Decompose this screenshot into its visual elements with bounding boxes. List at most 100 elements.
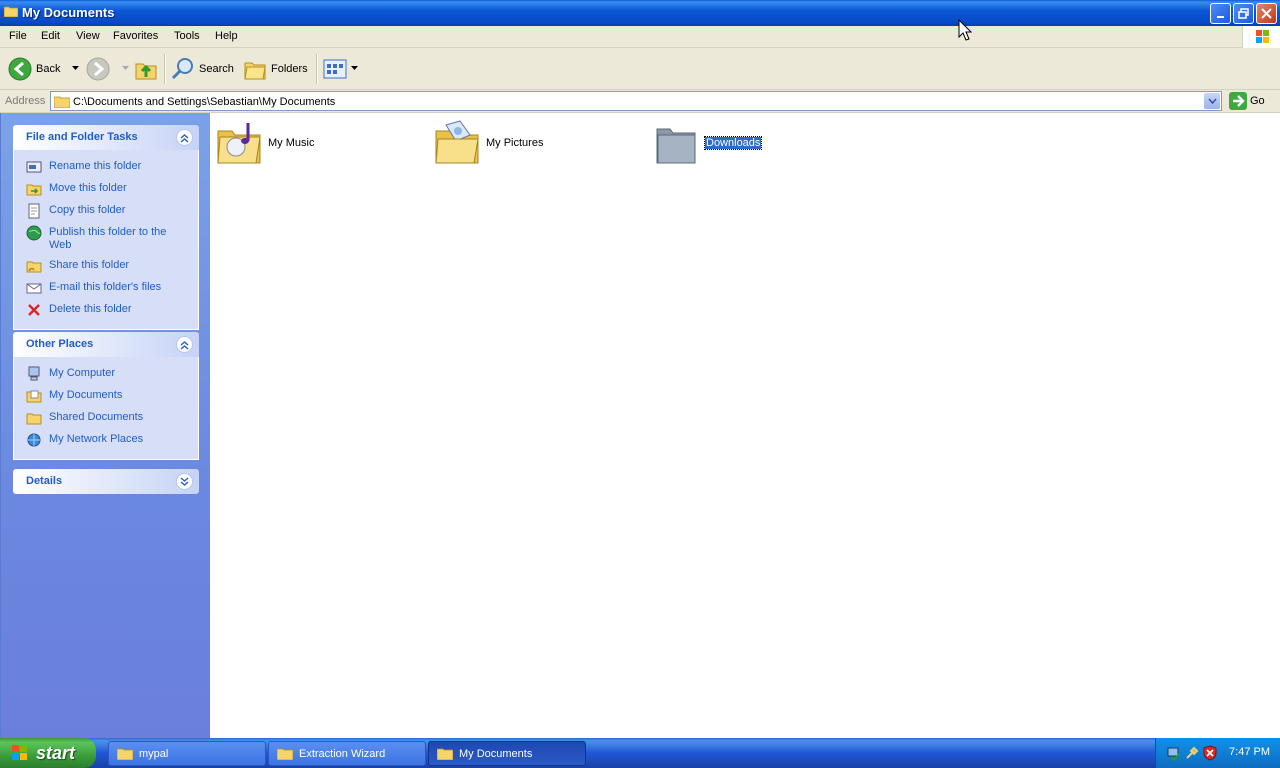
taskbar: start mypal Extraction Wizard My Documen… xyxy=(0,738,1280,768)
tools-tray-icon[interactable] xyxy=(1184,745,1200,761)
taskbar-item-label: My Documents xyxy=(459,747,533,760)
toolbar: Back Search Folders xyxy=(0,48,1280,90)
chevron-down-icon xyxy=(72,66,80,70)
task-label: Share this folder xyxy=(49,259,130,271)
details-header[interactable]: Details xyxy=(13,469,199,494)
up-folder-button[interactable] xyxy=(134,56,158,82)
minimize-button[interactable] xyxy=(1210,3,1231,24)
views-button[interactable] xyxy=(323,56,359,82)
taskbar-item-my-documents[interactable]: My Documents xyxy=(428,741,586,766)
menu-favorites[interactable]: Favorites xyxy=(113,30,158,42)
task-publish-folder[interactable]: Publish this folder to the Web xyxy=(14,222,198,255)
go-button[interactable]: Go xyxy=(1229,92,1265,110)
menu-file[interactable]: File xyxy=(9,30,27,42)
windows-flag-icon xyxy=(1256,30,1269,43)
folder-view: My Music My Pictures Downloads xyxy=(210,19,1280,738)
folder-icon xyxy=(117,748,133,760)
task-email-files[interactable]: E-mail this folder's files xyxy=(14,277,198,299)
windows-flag-icon xyxy=(12,745,27,760)
task-rename-folder[interactable]: Rename this folder xyxy=(14,156,198,178)
move-folder-icon xyxy=(26,184,42,196)
security-shield-icon[interactable] xyxy=(1202,745,1218,761)
address-input[interactable]: C:\Documents and Settings\Sebastian\My D… xyxy=(50,91,1222,111)
folder-item-downloads[interactable]: Downloads xyxy=(653,119,763,167)
views-icon xyxy=(323,59,347,79)
other-places-panel: Other Places My Computer My Documents Sh… xyxy=(13,332,199,460)
windows-logo xyxy=(1242,26,1280,48)
email-icon xyxy=(26,283,42,294)
search-icon xyxy=(171,58,193,80)
up-folder-icon xyxy=(135,63,157,80)
collapse-button[interactable] xyxy=(176,336,193,353)
folder-label: My Music xyxy=(268,137,315,149)
folders-icon xyxy=(244,62,266,80)
folders-button[interactable]: Folders xyxy=(243,56,308,82)
folder-item-my-music[interactable]: My Music xyxy=(216,119,314,167)
menu-tools[interactable]: Tools xyxy=(174,30,200,42)
restore-button[interactable] xyxy=(1233,3,1254,24)
taskbar-item-extraction-wizard[interactable]: Extraction Wizard xyxy=(268,741,426,766)
taskbar-item-label: mypal xyxy=(139,747,169,760)
search-button[interactable]: Search xyxy=(171,56,234,82)
chevron-down-icon xyxy=(1207,98,1217,104)
file-folder-tasks-header[interactable]: File and Folder Tasks xyxy=(13,125,199,150)
computer-icon xyxy=(28,366,40,381)
folder-item-my-pictures[interactable]: My Pictures xyxy=(434,119,543,167)
start-label: start xyxy=(36,742,76,763)
place-shared-documents[interactable]: Shared Documents xyxy=(14,407,198,429)
folders-label: Folders xyxy=(271,63,308,75)
delete-icon xyxy=(28,304,40,316)
globe-icon xyxy=(26,225,42,241)
file-folder-tasks-list: Rename this folder Move this folder Copy… xyxy=(13,150,199,330)
restore-icon xyxy=(1238,8,1249,19)
menu-help[interactable]: Help xyxy=(215,30,238,42)
chevron-down-icon xyxy=(122,66,129,70)
taskbar-item-label: Extraction Wizard xyxy=(299,747,386,760)
task-move-folder[interactable]: Move this folder xyxy=(14,178,198,200)
back-button[interactable]: Back xyxy=(8,56,80,82)
go-arrow-icon xyxy=(1229,92,1247,110)
network-tray-icon[interactable] xyxy=(1166,745,1182,761)
menu-edit[interactable]: Edit xyxy=(41,30,60,42)
other-places-list: My Computer My Documents Shared Document… xyxy=(13,357,199,460)
collapse-button[interactable] xyxy=(176,129,193,146)
forward-arrow-icon xyxy=(86,57,110,81)
clock: 7:47 PM xyxy=(1229,746,1270,758)
address-bar: Address C:\Documents and Settings\Sebast… xyxy=(0,90,1280,113)
back-label: Back xyxy=(36,63,61,75)
system-tray: 7:47 PM xyxy=(1155,738,1280,768)
task-label: Delete this folder xyxy=(49,303,132,315)
task-label: Move this folder xyxy=(49,182,127,194)
forward-button[interactable] xyxy=(86,56,130,82)
folder-icon xyxy=(277,748,293,760)
title-bar: My Documents xyxy=(0,0,1280,26)
task-share-folder[interactable]: Share this folder xyxy=(14,255,198,277)
share-folder-icon xyxy=(26,261,42,273)
panel-title: Other Places xyxy=(26,338,94,350)
place-network-places[interactable]: My Network Places xyxy=(14,429,198,451)
address-path: C:\Documents and Settings\Sebastian\My D… xyxy=(73,96,336,108)
place-my-computer[interactable]: My Computer xyxy=(14,363,198,385)
place-my-documents[interactable]: My Documents xyxy=(14,385,198,407)
shared-folder-icon xyxy=(26,413,42,425)
copy-icon xyxy=(28,203,40,219)
folder-icon xyxy=(437,748,453,760)
start-button[interactable]: start xyxy=(0,738,96,768)
folder-icon xyxy=(54,96,70,108)
address-dropdown-button[interactable] xyxy=(1204,93,1220,109)
menu-view[interactable]: View xyxy=(76,30,100,42)
music-folder-icon xyxy=(217,123,261,164)
chevron-down-icon xyxy=(351,66,358,70)
task-copy-folder[interactable]: Copy this folder xyxy=(14,200,198,222)
taskbar-item-mypal[interactable]: mypal xyxy=(108,741,266,766)
task-delete-folder[interactable]: Delete this folder xyxy=(14,299,198,321)
chevron-up-double-icon xyxy=(180,340,189,350)
close-button[interactable] xyxy=(1256,3,1277,24)
cursor-icon xyxy=(958,19,972,41)
folder-label: My Pictures xyxy=(486,137,544,149)
folder-label: Downloads xyxy=(703,136,763,150)
minimize-icon xyxy=(1216,15,1224,18)
other-places-header[interactable]: Other Places xyxy=(13,332,199,357)
folder-icon xyxy=(4,6,18,17)
expand-button[interactable] xyxy=(176,473,193,490)
